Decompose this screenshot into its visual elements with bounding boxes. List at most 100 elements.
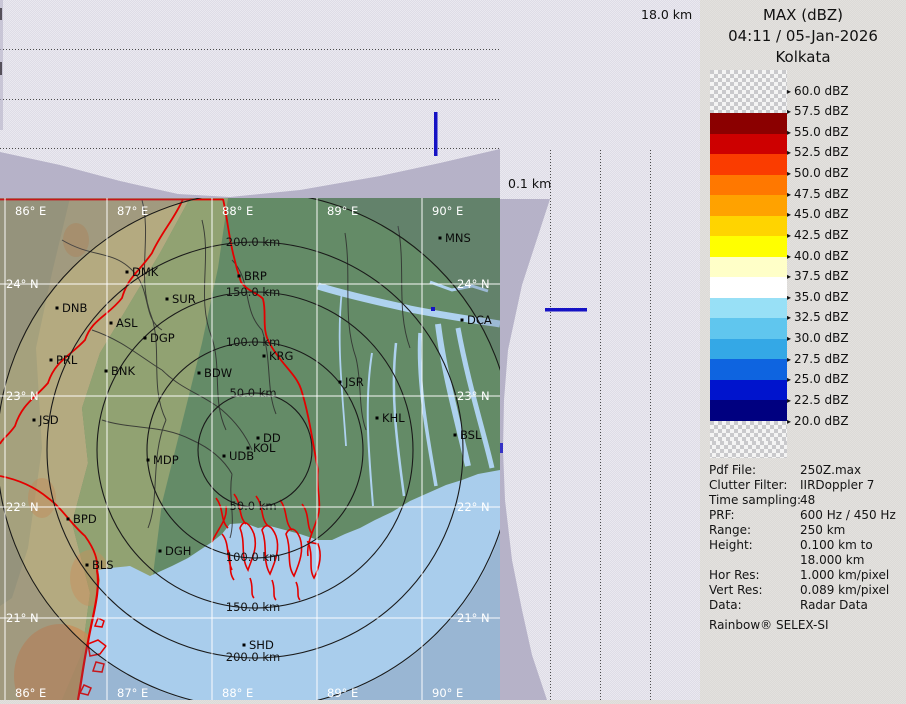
legend-entry-label: 22.5 dBZ: [794, 393, 849, 407]
legend-entry-label: 25.0 dBZ: [794, 372, 849, 386]
station-marker-DCA: [461, 319, 464, 322]
right-cross-section-plot: [500, 0, 700, 700]
metadata-label: Hor Res:: [709, 568, 760, 582]
station-marker-KHL: [376, 417, 379, 420]
station-label-DGH: DGH: [165, 544, 191, 558]
legend-entry: ▸42.5 dBZ: [787, 228, 849, 242]
max-height-label: 18.0 km: [641, 7, 692, 22]
legend-swatch-transparent: [710, 70, 787, 113]
station-label-SHD: SHD: [249, 638, 274, 652]
metadata-label: Clutter Filter:: [709, 478, 787, 492]
product-title: MAX (dBZ): [700, 6, 906, 24]
legend-swatch: [710, 236, 787, 257]
station-marker-DMK: [126, 271, 129, 274]
metadata-label: Time sampling:: [709, 493, 801, 507]
longitude-label-top: 87° E: [117, 204, 148, 218]
latitude-label-left: 23° N: [6, 389, 39, 403]
metadata-value: 0.089 km/pixel: [800, 583, 889, 597]
latitude-label-left: 24° N: [6, 277, 39, 291]
beam-coverage-envelope: [0, 149, 500, 198]
legend-entry: ▸32.5 dBZ: [787, 310, 849, 324]
metadata-label: Height:: [709, 538, 753, 552]
longitude-label-top: 86° E: [15, 204, 46, 218]
legend-entry-label: 55.0 dBZ: [794, 125, 849, 139]
station-marker-BDW: [198, 372, 201, 375]
station-label-BRP: BRP: [244, 269, 267, 283]
range-ring-label: 150.0 km: [226, 285, 280, 299]
station-label-KOL: KOL: [253, 441, 276, 455]
range-ring-label: 150.0 km: [226, 600, 280, 614]
legend-tick-arrow-icon: ▸: [787, 293, 791, 302]
range-ring-label: 50.0 km: [229, 499, 276, 513]
radar-product-screen: { "header": { "product": "MAX (dBZ)", "d…: [0, 0, 906, 700]
legend-tick-arrow-icon: ▸: [787, 210, 791, 219]
legend-tick-arrow-icon: ▸: [787, 107, 791, 116]
station-marker-JSD: [33, 419, 36, 422]
legend-entry: ▸30.0 dBZ: [787, 331, 849, 345]
legend-entry-label: 42.5 dBZ: [794, 228, 849, 242]
station-marker-MDP: [147, 459, 150, 462]
metadata-value: 250 km: [800, 523, 845, 537]
metadata-row: Clutter Filter: IIRDoppler 7: [700, 478, 906, 493]
legend-tick-arrow-icon: ▸: [787, 148, 791, 157]
legend-entry: ▸40.0 dBZ: [787, 249, 849, 263]
legend-tick-arrow-icon: ▸: [787, 252, 791, 261]
legend-entry: ▸52.5 dBZ: [787, 145, 849, 159]
metadata-value: IIRDoppler 7: [800, 478, 874, 492]
legend-tick-arrow-icon: ▸: [787, 375, 791, 384]
station-label-DNB: DNB: [62, 301, 87, 315]
metadata-label: PRF:: [709, 508, 735, 522]
station-label-UDB: UDB: [229, 449, 254, 463]
height-axis-tick: [0, 62, 2, 75]
legend-swatch: [710, 359, 787, 380]
radar-echo-column: [434, 112, 438, 156]
legend-entry-label: 50.0 dBZ: [794, 166, 849, 180]
legend-entry: ▸37.5 dBZ: [787, 269, 849, 283]
range-ring-label: 100.0 km: [226, 550, 280, 564]
radar-station-name: Kolkata: [700, 48, 906, 66]
metadata-value: 600 Hz / 450 Hz: [800, 508, 896, 522]
legend-tick-arrow-icon: ▸: [787, 313, 791, 322]
longitude-label-bottom: 88° E: [222, 686, 253, 700]
station-marker-BRP: [238, 275, 241, 278]
legend-tick-arrow-icon: ▸: [787, 128, 791, 137]
range-ring-label: 50.0 km: [229, 386, 276, 400]
station-marker-BNK: [105, 370, 108, 373]
station-label-SUR: SUR: [172, 292, 196, 306]
station-marker-BPD: [67, 518, 70, 521]
metadata-row: Height:0.100 km to: [700, 538, 906, 553]
station-label-JSR: JSR: [344, 375, 364, 389]
metadata-value: 1.000 km/pixel: [800, 568, 889, 582]
station-marker-DGH: [159, 550, 162, 553]
station-marker-UDB: [223, 455, 226, 458]
product-timestamp: 04:11 / 05-Jan-2026: [700, 27, 906, 45]
legend-swatch: [710, 318, 787, 339]
longitude-label-top: 90° E: [432, 204, 463, 218]
legend-swatch: [710, 154, 787, 175]
metadata-value: 18.000 km: [800, 553, 864, 567]
legend-swatch: [710, 339, 787, 360]
station-label-BNK: BNK: [111, 364, 135, 378]
legend-entry: ▸57.5 dBZ: [787, 104, 849, 118]
height-axis-tick: [0, 8, 2, 20]
below-threshold-swatch: [712, 441, 787, 458]
legend-entry-label: 27.5 dBZ: [794, 352, 849, 366]
latitude-label-right: 21° N: [457, 611, 490, 625]
station-label-BPD: BPD: [73, 512, 97, 526]
legend-tick-arrow-icon: ▸: [787, 396, 791, 405]
legend-entry-label: 20.0 dBZ: [794, 414, 849, 428]
legend-swatch: [710, 380, 787, 401]
legend-swatch: [710, 298, 787, 319]
longitude-label-bottom: 89° E: [327, 686, 358, 700]
metadata-row: Pdf File:250Z.max: [700, 463, 906, 478]
legend-entry-label: 47.5 dBZ: [794, 187, 849, 201]
station-label-PRL: PRL: [56, 353, 78, 367]
latitude-label-right: 24° N: [457, 277, 490, 291]
longitude-label-bottom: 87° E: [117, 686, 148, 700]
legend-entry: ▸47.5 dBZ: [787, 187, 849, 201]
beam-coverage-envelope: [500, 199, 550, 700]
metadata-label: Range:: [709, 523, 751, 537]
latitude-label-left: 22° N: [6, 500, 39, 514]
legend-tick-arrow-icon: ▸: [787, 334, 791, 343]
legend-entry: ▸27.5 dBZ: [787, 352, 849, 366]
